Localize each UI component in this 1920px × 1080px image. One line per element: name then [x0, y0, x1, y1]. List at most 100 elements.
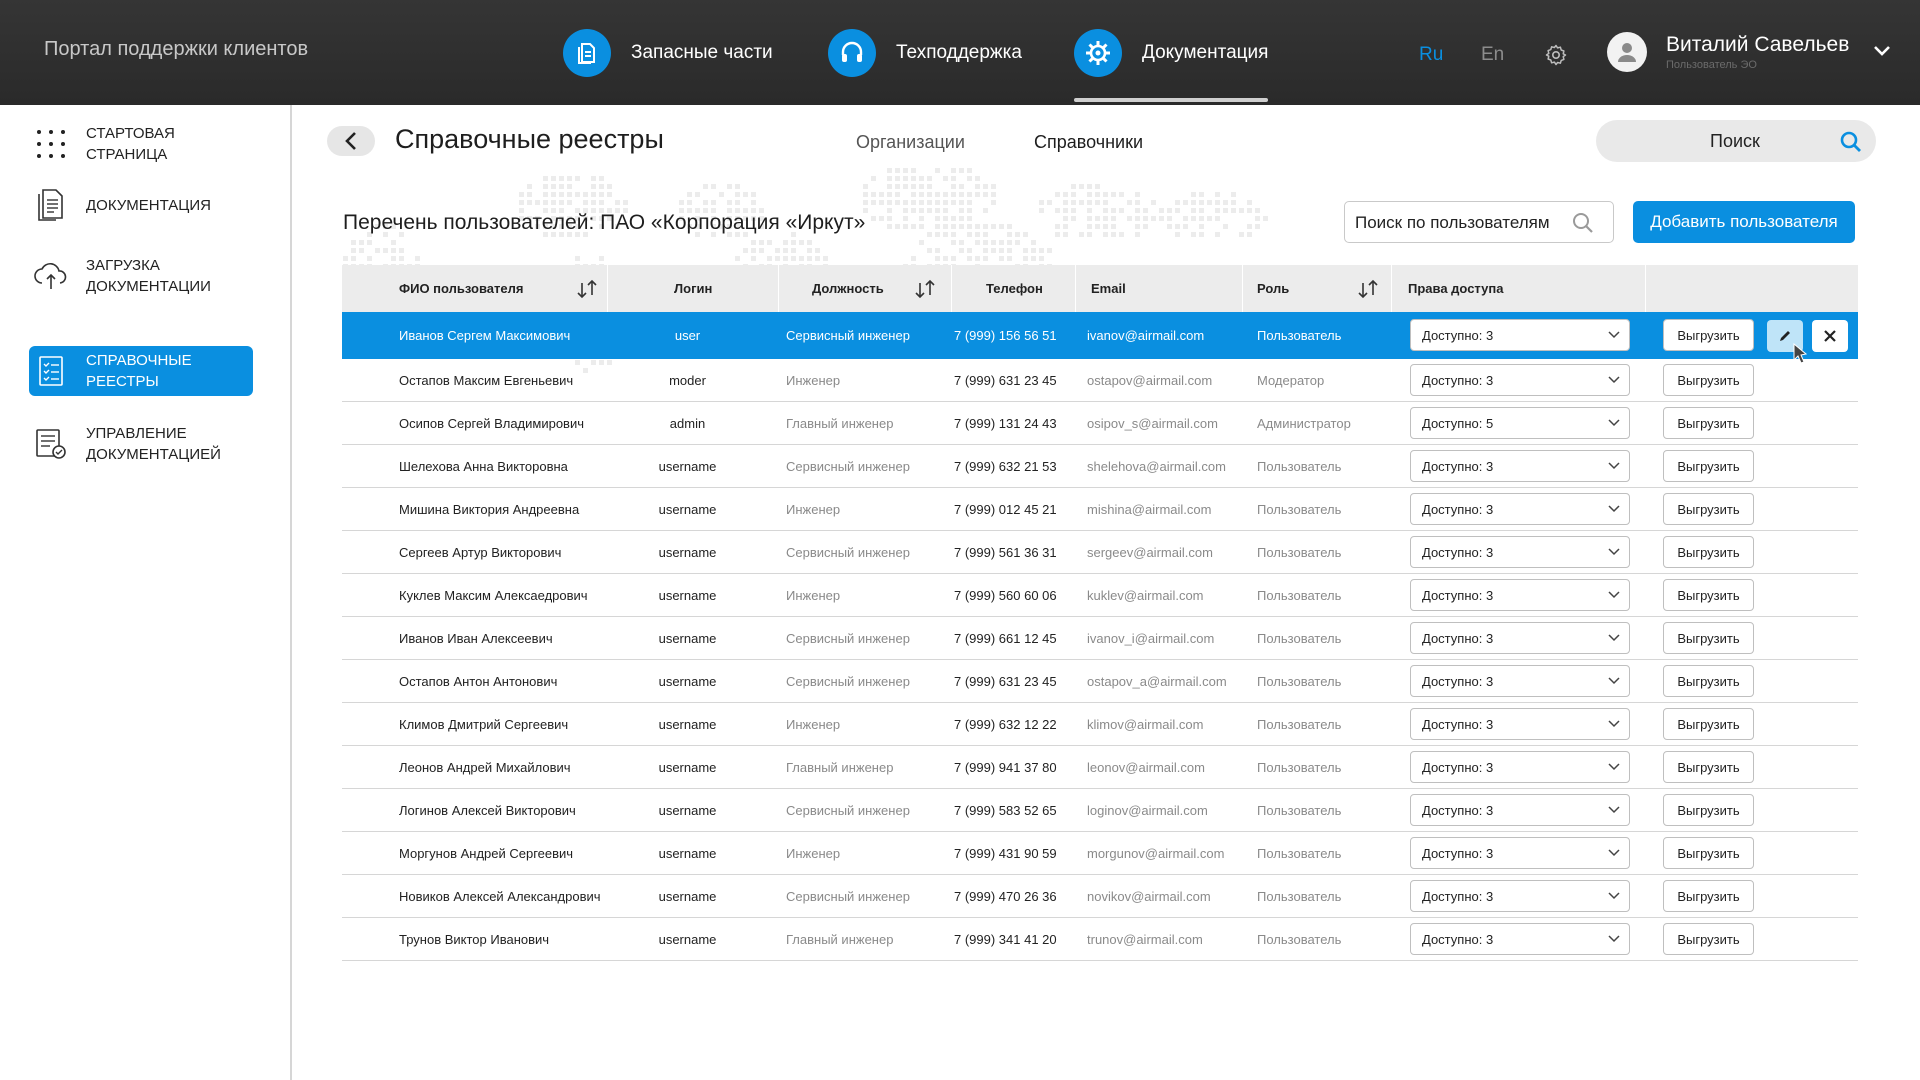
table-body: Иванов Сергем Максимович user Сервисный …	[342, 312, 1858, 961]
access-select[interactable]: Доступно: 3	[1410, 493, 1630, 525]
table-row[interactable]: Климов Дмитрий Сергеевич username Инжене…	[342, 703, 1858, 746]
cell-position: Сервисный инженер	[786, 544, 910, 560]
access-select[interactable]: Доступно: 3	[1410, 319, 1630, 351]
access-select[interactable]: Доступно: 3	[1410, 923, 1630, 955]
table-row[interactable]: Куклев Максим Алексаедрович username Инж…	[342, 574, 1858, 617]
lang-en[interactable]: En	[1481, 44, 1504, 66]
cell-name: Логинов Алексей Викторович	[399, 802, 576, 818]
access-select[interactable]: Доступно: 3	[1410, 751, 1630, 783]
search-icon[interactable]	[1571, 211, 1595, 235]
access-select[interactable]: Доступно: 3	[1410, 579, 1630, 611]
table-row[interactable]: Мишина Виктория Андреевна username Инжен…	[342, 488, 1858, 531]
global-search-input[interactable]: Поиск	[1596, 120, 1876, 162]
tab-organizations[interactable]: Организации	[856, 132, 965, 153]
table-row[interactable]: Иванов Иван Алексеевич username Сервисны…	[342, 617, 1858, 660]
cell-role: Пользователь	[1257, 931, 1342, 947]
cell-name: Остапов Антон Антонович	[399, 673, 558, 689]
cell-login: username	[658, 458, 717, 474]
table-row[interactable]: Новиков Алексей Александрович username С…	[342, 875, 1858, 918]
column-header-position: Должность	[812, 281, 884, 296]
export-button[interactable]: Выгрузить	[1663, 407, 1754, 439]
avatar[interactable]	[1607, 32, 1647, 72]
table-row[interactable]: Иванов Сергем Максимович user Сервисный …	[342, 312, 1858, 364]
cell-name: Сергеев Артур Викторович	[399, 544, 562, 560]
cell-email: kuklev@airmail.com	[1087, 587, 1204, 603]
table-row[interactable]: Сергеев Артур Викторович username Сервис…	[342, 531, 1858, 574]
access-select[interactable]: Доступно: 3	[1410, 794, 1630, 826]
cell-position: Главный инженер	[786, 759, 894, 775]
table-row[interactable]: Остапов Антон Антонович username Сервисн…	[342, 660, 1858, 703]
chevron-down-icon	[1608, 720, 1620, 728]
cell-phone: 7 (999) 561 36 31	[954, 544, 1057, 560]
sidebar-item-doc-management[interactable]: Управление документацией	[29, 419, 253, 469]
search-icon[interactable]	[1839, 130, 1863, 154]
chevron-down-icon	[1608, 419, 1620, 427]
back-button[interactable]	[327, 126, 375, 156]
export-button[interactable]: Выгрузить	[1663, 493, 1754, 525]
sort-icon[interactable]	[1357, 277, 1379, 301]
add-user-button[interactable]: Добавить пользователя	[1633, 201, 1855, 243]
sidebar-item-documentation[interactable]: Документация	[29, 182, 253, 228]
export-button[interactable]: Выгрузить	[1663, 622, 1754, 654]
export-button[interactable]: Выгрузить	[1663, 708, 1754, 740]
access-select[interactable]: Доступно: 3	[1410, 708, 1630, 740]
table-row[interactable]: Леонов Андрей Михайлович username Главны…	[342, 746, 1858, 789]
cell-role: Пользователь	[1257, 802, 1342, 818]
access-select[interactable]: Доступно: 5	[1410, 407, 1630, 439]
cell-phone: 7 (999) 156 56 51	[954, 328, 1057, 343]
export-button[interactable]: Выгрузить	[1663, 794, 1754, 826]
access-select[interactable]: Доступно: 3	[1410, 364, 1630, 396]
access-select[interactable]: Доступно: 3	[1410, 837, 1630, 869]
sidebar-item-upload[interactable]: Загрузка документации	[29, 251, 253, 301]
export-button[interactable]: Выгрузить	[1663, 364, 1754, 396]
lang-ru[interactable]: Ru	[1419, 44, 1443, 66]
access-select[interactable]: Доступно: 3	[1410, 450, 1630, 482]
column-header-role: Роль	[1257, 281, 1290, 296]
export-button[interactable]: Выгрузить	[1663, 751, 1754, 783]
sidebar-item-registries[interactable]: Справочные реестры	[29, 346, 253, 396]
export-button[interactable]: Выгрузить	[1663, 536, 1754, 568]
cell-login: moder	[669, 372, 706, 388]
export-button[interactable]: Выгрузить	[1663, 880, 1754, 912]
tab-references[interactable]: Справочники	[1034, 132, 1143, 153]
export-button[interactable]: Выгрузить	[1663, 665, 1754, 697]
access-select[interactable]: Доступно: 3	[1410, 665, 1630, 697]
table-row[interactable]: Трунов Виктор Иванович username Главный …	[342, 918, 1858, 961]
user-icon	[1618, 43, 1636, 62]
sort-icon[interactable]	[914, 277, 936, 301]
settings-button[interactable]	[1542, 41, 1570, 69]
cell-name: Новиков Алексей Александрович	[399, 888, 601, 904]
table-row[interactable]: Логинов Алексей Викторович username Серв…	[342, 789, 1858, 832]
access-select[interactable]: Доступно: 3	[1410, 536, 1630, 568]
access-select[interactable]: Доступно: 3	[1410, 880, 1630, 912]
table-row[interactable]: Моргунов Андрей Сергеевич username Инжен…	[342, 832, 1858, 875]
cell-email: trunov@airmail.com	[1087, 931, 1203, 947]
table-row[interactable]: Остапов Максим Евгеньевич moder Инженер …	[342, 359, 1858, 402]
access-select[interactable]: Доступно: 3	[1410, 622, 1630, 654]
chevron-down-icon[interactable]	[1872, 44, 1892, 58]
table-row[interactable]: Осипов Сергей Владимирович admin Главный…	[342, 402, 1858, 445]
cell-role: Пользователь	[1257, 501, 1342, 517]
export-button[interactable]: Выгрузить	[1663, 450, 1754, 482]
pencil-icon	[1780, 331, 1790, 341]
sort-icon[interactable]	[576, 277, 598, 301]
access-value: Доступно: 3	[1422, 673, 1494, 689]
cell-email: loginov@airmail.com	[1087, 802, 1208, 818]
delete-button[interactable]	[1812, 320, 1848, 352]
user-search-input[interactable]: Поиск по пользователям	[1344, 201, 1614, 243]
export-button[interactable]: Выгрузить	[1663, 319, 1754, 351]
export-button[interactable]: Выгрузить	[1663, 923, 1754, 955]
export-button[interactable]: Выгрузить	[1663, 579, 1754, 611]
nav-spare-parts[interactable]: Запасные части	[563, 28, 773, 78]
cell-email: morgunov@airmail.com	[1087, 845, 1225, 861]
nav-support[interactable]: Техподдержка	[828, 28, 1022, 78]
nav-label: Запасные части	[631, 42, 773, 63]
gear-icon	[1074, 29, 1122, 77]
column-header-email: Email	[1091, 281, 1126, 296]
table-row[interactable]: Шелехова Анна Викторовна username Сервис…	[342, 445, 1858, 488]
chevron-down-icon	[1608, 462, 1620, 470]
export-button[interactable]: Выгрузить	[1663, 837, 1754, 869]
sidebar-item-start[interactable]: Стартовая страница	[29, 121, 253, 167]
nav-documentation[interactable]: Документация	[1074, 28, 1269, 102]
chevron-down-icon	[1608, 634, 1620, 642]
